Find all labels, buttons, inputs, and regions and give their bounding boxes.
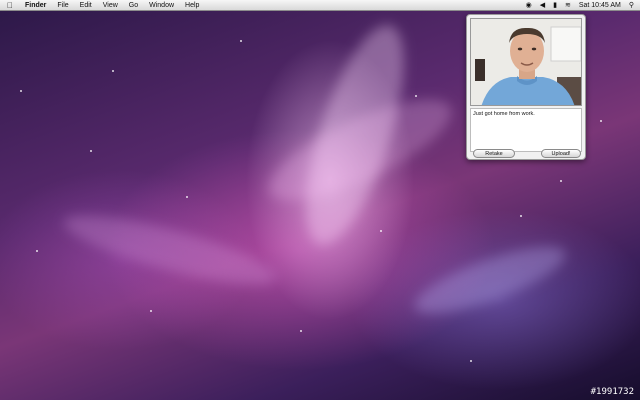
menu-bar:  Finder File Edit View Go Window Help ◉… (0, 0, 640, 11)
star (600, 120, 602, 122)
clock[interactable]: Sat 10:45 AM (579, 0, 621, 11)
menu-view[interactable]: View (98, 0, 124, 11)
retake-button[interactable]: Retake (473, 149, 515, 158)
photo-booth-popup: Just got home from work. Retake Upload! (466, 14, 586, 160)
photo-booth-status-icon[interactable]: ◉ (526, 0, 532, 11)
battery-icon[interactable]: ▮ (553, 0, 557, 11)
caption-textarea[interactable]: Just got home from work. (470, 108, 582, 152)
star (90, 150, 92, 152)
star (470, 360, 472, 362)
menu-edit[interactable]: Edit (75, 0, 98, 11)
star (20, 90, 22, 92)
star (560, 180, 562, 182)
webcam-photo (470, 18, 582, 106)
wifi-icon[interactable]: ≋ (565, 0, 571, 11)
volume-icon[interactable]: ◀ (540, 0, 545, 11)
star (112, 70, 114, 72)
wallpaper-ray (407, 233, 573, 327)
webcam-photo-image (471, 19, 581, 105)
menu-file[interactable]: File (52, 0, 74, 11)
menu-go[interactable]: Go (124, 0, 144, 11)
watermark-id: #1991732 (590, 387, 634, 397)
status-area: ◉ ◀ ▮ ≋ Sat 10:45 AM ⚲ (518, 0, 640, 11)
star (186, 196, 188, 198)
star (300, 330, 302, 332)
menu-window[interactable]: Window (144, 0, 180, 11)
star (415, 95, 417, 97)
star (150, 310, 152, 312)
wallpaper-ray (58, 202, 282, 298)
star (36, 250, 38, 252)
menu-finder[interactable]: Finder (20, 0, 52, 11)
star (380, 230, 382, 232)
spotlight-icon[interactable]: ⚲ (629, 0, 634, 11)
star (520, 215, 522, 217)
star (240, 40, 242, 42)
upload-button[interactable]: Upload! (541, 149, 581, 158)
apple-menu-icon[interactable]:  (0, 1, 20, 10)
menu-help[interactable]: Help (180, 0, 205, 11)
